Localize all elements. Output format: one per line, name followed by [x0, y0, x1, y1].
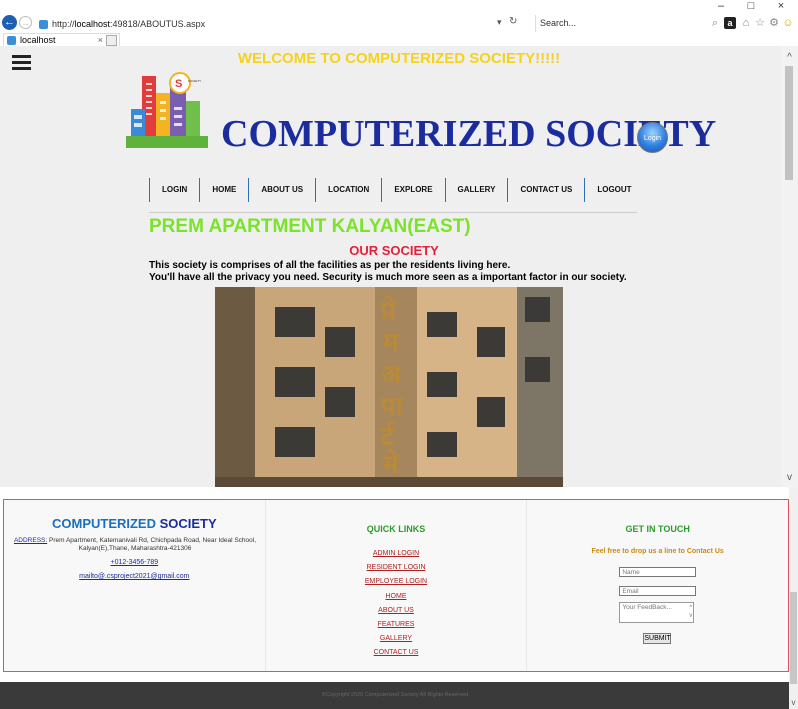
welcome-banner: WELCOME TO COMPUTERIZED SOCIETY!!!!! — [237, 50, 561, 67]
svg-text:पा: पा — [380, 392, 404, 422]
close-window-button[interactable]: × — [768, 0, 794, 12]
footer-address: ADDRESS: Prem Apartment, Katemanivali Rd… — [13, 537, 257, 552]
tab-favicon-icon — [7, 36, 16, 46]
vertical-scrollbar[interactable]: ^ v — [781, 46, 798, 487]
quick-link-features[interactable]: FEATURES — [266, 618, 527, 632]
textarea-scroll-icon[interactable]: ^ v — [689, 604, 692, 620]
minimize-button[interactable]: – — [708, 0, 734, 12]
apartment-title: PREM APARTMENT KALYAN(EAST) — [149, 216, 471, 237]
svg-text:S: S — [175, 78, 182, 90]
url-path: :49818/ABOUTUS.aspx — [110, 19, 206, 29]
url-scheme: http:// — [52, 19, 75, 29]
url-host: localhost — [74, 19, 111, 29]
footer-about-column: COMPUTERIZED SOCIETY ADDRESS: Prem Apart… — [4, 500, 265, 671]
browser-tab[interactable]: localhost × — [3, 33, 120, 47]
quick-link-contact-us[interactable]: CONTACT US — [266, 646, 527, 660]
svg-text:प्रे: प्रे — [380, 295, 397, 326]
footer-quick-links-column: QUICK LINKS ADMIN LOGIN RESIDENT LOGIN EMP… — [264, 500, 527, 671]
browser-chrome: ← → http://localhost:49818/ABOUTUS.aspx … — [0, 0, 798, 47]
maximize-button[interactable]: □ — [738, 0, 764, 12]
quick-links-list: ADMIN LOGIN RESIDENT LOGIN EMPLOYEE LOGIN H… — [266, 547, 527, 661]
footer-box: COMPUTERIZED SOCIETY ADDRESS: Prem Apart… — [3, 499, 789, 672]
nav-item-gallery[interactable]: GALLERY — [444, 178, 508, 202]
quick-link-employee-login[interactable]: EMPLOYEE LOGIN — [266, 575, 527, 589]
scroll-up-icon[interactable]: ^ — [781, 52, 798, 63]
footer-scrollbar-thumb[interactable] — [790, 592, 797, 684]
description-line-1: This society is comprises of all the fac… — [149, 260, 511, 271]
footer-brand: COMPUTERIZED SOCIETY — [51, 516, 217, 531]
apartment-photo: प्रे म अ पा र्ट मे — [215, 287, 563, 487]
amazon-icon[interactable]: a — [724, 17, 736, 29]
svg-text:अ: अ — [381, 360, 402, 390]
footer-phone-link[interactable]: +012-3456-789 — [4, 559, 265, 566]
nav-item-contact-us[interactable]: CONTACT US — [507, 178, 584, 202]
page-favicon-icon — [39, 20, 48, 30]
name-input[interactable]: Name — [619, 567, 697, 577]
quick-links-title: QUICK LINKS — [366, 524, 426, 534]
footer-frame: COMPUTERIZED SOCIETY ADDRESS: Prem Apart… — [0, 487, 798, 709]
footer-scroll-down-icon[interactable]: v — [789, 698, 798, 707]
quick-link-gallery[interactable]: GALLERY — [266, 632, 527, 646]
favorites-star-icon[interactable]: ☆ — [754, 17, 766, 29]
nav-divider — [149, 212, 637, 213]
scrollbar-thumb[interactable] — [785, 66, 793, 180]
svg-text:SOCIETY: SOCIETY — [188, 79, 201, 83]
refresh-icon[interactable]: ↻ — [509, 16, 517, 27]
nav-item-about-us[interactable]: ABOUT US — [248, 178, 315, 202]
description-line-2: You'll have all the privacy you need. Se… — [149, 272, 627, 283]
nav-item-home[interactable]: HOME — [199, 178, 248, 202]
svg-text:र्ट: र्ट — [380, 421, 395, 452]
contact-subtitle: Feel free to drop us a line to Contact U… — [591, 548, 724, 555]
feedback-textarea[interactable]: Your FeedBack... ^ v — [619, 602, 695, 623]
new-tab-button[interactable] — [106, 35, 117, 46]
search-input[interactable]: Search... — [535, 15, 715, 32]
dropdown-icon[interactable]: ▾ — [497, 17, 502, 28]
submit-button[interactable]: SUBMIT — [643, 633, 672, 644]
get-in-touch-title: GET IN TOUCH — [625, 524, 690, 534]
nav-item-login[interactable]: LOGIN — [149, 178, 199, 202]
page-viewport: WELCOME TO COMPUTERIZED SOCIETY!!!!! S S… — [0, 46, 798, 487]
quick-link-resident-login[interactable]: RESIDENT LOGIN — [266, 561, 527, 575]
smiley-feedback-icon[interactable]: ☺ — [782, 17, 794, 29]
copyright-bar: ©Copyright 2020 Computerized Society All… — [0, 682, 790, 709]
quick-link-about-us[interactable]: ABOUT US — [266, 604, 527, 618]
back-arrow-icon[interactable]: ← — [2, 15, 17, 30]
login-button[interactable]: Login — [637, 122, 668, 153]
settings-gear-icon[interactable]: ⚙ — [768, 17, 780, 29]
nav-item-logout[interactable]: LOGOUT — [584, 178, 643, 202]
footer-scrollbar[interactable]: v — [789, 487, 798, 709]
address-bar[interactable]: http://localhost:49818/ABOUTUS.aspx — [35, 15, 532, 34]
footer-contact-column: GET IN TOUCH Feel free to drop us a line… — [526, 500, 788, 671]
svg-text:म: म — [382, 328, 400, 358]
quick-link-home[interactable]: HOME — [266, 590, 527, 604]
scroll-down-icon[interactable]: v — [781, 472, 798, 483]
email-input[interactable]: Email — [619, 586, 697, 596]
forward-arrow-icon[interactable]: → — [19, 16, 32, 29]
main-nav: LOGIN HOME ABOUT US LOCATION EXPLORE GALLERY C… — [149, 178, 644, 202]
home-icon[interactable]: ⌂ — [740, 17, 752, 29]
nav-item-location[interactable]: LOCATION — [315, 178, 381, 202]
svg-text:मे: मे — [382, 449, 400, 480]
quick-link-admin-login[interactable]: ADMIN LOGIN — [266, 547, 527, 561]
footer-email-link[interactable]: mailto@.csproject2021@gmail.com — [4, 573, 265, 580]
society-logo: S SOCIETY — [126, 71, 208, 148]
tab-title: localhost — [20, 35, 56, 45]
section-title: OUR SOCIETY — [349, 243, 439, 258]
search-icon[interactable]: ⌕ — [709, 17, 721, 29]
address-label: ADDRESS: — [13, 537, 48, 544]
nav-item-explore[interactable]: EXPLORE — [381, 178, 444, 202]
